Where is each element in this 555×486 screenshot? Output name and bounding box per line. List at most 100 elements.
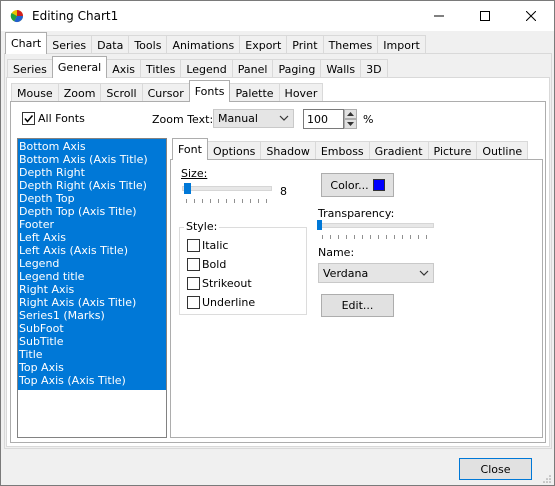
tab-series[interactable]: Series [46, 35, 93, 54]
list-item[interactable]: Depth Top [18, 192, 166, 205]
checkmark-icon [24, 115, 34, 123]
bold-checkbox[interactable] [187, 258, 200, 271]
tab-hover[interactable]: Hover [278, 83, 324, 102]
list-item[interactable]: Top Axis (Axis Title) [18, 374, 166, 387]
tab-legend[interactable]: Legend [180, 59, 233, 78]
close-window-button[interactable] [508, 1, 554, 31]
title-bar: Editing Chart1 [1, 1, 554, 31]
maximize-button[interactable] [462, 1, 508, 31]
tab-panel[interactable]: Panel [231, 59, 274, 78]
size-slider-thumb[interactable] [184, 183, 191, 194]
size-slider-track[interactable] [182, 186, 272, 191]
list-item[interactable]: SubFoot [18, 322, 166, 335]
zoom-mode-value: Manual [218, 112, 258, 125]
font-name-select[interactable]: Verdana [318, 263, 434, 283]
zoom-spin-up[interactable] [344, 109, 357, 119]
color-button-label: Color... [330, 178, 369, 192]
tab-import[interactable]: Import [377, 35, 426, 54]
tab-data[interactable]: Data [91, 35, 130, 54]
tab-export[interactable]: Export [239, 35, 288, 54]
all-fonts-option[interactable]: All Fonts [22, 112, 85, 125]
minimize-button[interactable] [416, 1, 462, 31]
color-button[interactable]: Color... [321, 173, 394, 197]
bold-label: Bold [202, 258, 227, 271]
resize-grip-icon[interactable] [542, 474, 552, 484]
chart-subtabs: Series General Axis Titles Legend Panel … [7, 56, 388, 78]
list-item[interactable]: Legend title [18, 270, 166, 283]
italic-option[interactable]: Italic [187, 239, 228, 252]
tab-mouse[interactable]: Mouse [11, 83, 59, 102]
tab-zoom[interactable]: Zoom [57, 83, 102, 102]
transparency-slider-track[interactable] [318, 223, 434, 228]
zoom-mode-select[interactable]: Manual [213, 109, 294, 128]
size-slider-ticks [186, 199, 272, 203]
tab-options[interactable]: Options [206, 141, 262, 160]
tab-picture[interactable]: Picture [427, 141, 478, 160]
list-item[interactable]: Right Axis (Axis Title) [18, 296, 166, 309]
tab-fonts[interactable]: Fonts [188, 80, 231, 102]
tab-print[interactable]: Print [286, 35, 324, 54]
list-item[interactable]: Legend [18, 257, 166, 270]
list-item[interactable]: SubTitle [18, 335, 166, 348]
tab-tools[interactable]: Tools [128, 35, 168, 54]
tab-shadow[interactable]: Shadow [260, 141, 316, 160]
list-item[interactable]: Bottom Axis (Axis Title) [18, 153, 166, 166]
underline-option[interactable]: Underline [187, 296, 255, 309]
transparency-label: Transparency: [318, 207, 395, 220]
name-label: Name: [318, 246, 355, 259]
strikeout-option[interactable]: Strikeout [187, 277, 252, 290]
edit-button[interactable]: Edit... [321, 294, 394, 317]
list-item[interactable]: Top Axis [18, 361, 166, 374]
tab-chart[interactable]: Chart [5, 32, 48, 54]
tab-font[interactable]: Font [172, 138, 208, 160]
tab-axis[interactable]: Axis [106, 59, 142, 78]
font-subtabs: Font Options Shadow Emboss Gradient Pict… [172, 138, 529, 160]
tab-cursor[interactable]: Cursor [141, 83, 190, 102]
chevron-down-icon [419, 270, 429, 276]
zoom-value-input[interactable]: 100 [303, 109, 344, 129]
tab-themes[interactable]: Themes [322, 35, 379, 54]
tab-walls[interactable]: Walls [320, 59, 362, 78]
close-icon [526, 11, 536, 21]
list-item[interactable]: Left Axis [18, 231, 166, 244]
tab-palette[interactable]: Palette [229, 83, 280, 102]
transparency-slider-thumb[interactable] [317, 220, 322, 230]
tab-animations[interactable]: Animations [166, 35, 241, 54]
chevron-down-icon [279, 115, 289, 121]
list-item[interactable]: Right Axis [18, 283, 166, 296]
strikeout-checkbox[interactable] [187, 277, 200, 290]
size-value: 8 [280, 185, 287, 198]
italic-checkbox[interactable] [187, 239, 200, 252]
zoom-unit-label: % [363, 113, 374, 126]
list-item[interactable]: Series1 (Marks) [18, 309, 166, 322]
minimize-icon [434, 15, 444, 17]
list-item[interactable]: Depth Top (Axis Title) [18, 205, 166, 218]
list-item[interactable]: Left Axis (Axis Title) [18, 244, 166, 257]
tab-titles[interactable]: Titles [140, 59, 182, 78]
tab-chart-series[interactable]: Series [7, 59, 53, 78]
list-item[interactable]: Footer [18, 218, 166, 231]
tab-emboss[interactable]: Emboss [314, 141, 370, 160]
tab-general[interactable]: General [51, 56, 108, 78]
zoom-text-label: Zoom Text: [152, 113, 214, 126]
tab-gradient[interactable]: Gradient [368, 141, 429, 160]
tab-outline[interactable]: Outline [476, 141, 529, 160]
caret-up-icon [347, 112, 354, 116]
close-button[interactable]: Close [459, 458, 532, 480]
tab-scroll[interactable]: Scroll [100, 83, 143, 102]
list-item[interactable]: Depth Right (Axis Title) [18, 179, 166, 192]
editor-window: Editing Chart1 Chart Series Data Tools A… [0, 0, 555, 486]
all-fonts-checkbox[interactable] [22, 112, 35, 125]
tab-3d[interactable]: 3D [360, 59, 388, 78]
list-item[interactable]: Bottom Axis [18, 140, 166, 153]
zoom-spin-down[interactable] [344, 119, 357, 129]
bold-option[interactable]: Bold [187, 258, 226, 271]
underline-checkbox[interactable] [187, 296, 200, 309]
tab-paging[interactable]: Paging [272, 59, 322, 78]
main-tabs: Chart Series Data Tools Animations Expor… [5, 32, 426, 54]
font-element-list[interactable]: Bottom Axis Bottom Axis (Axis Title) Dep… [17, 138, 167, 438]
all-fonts-label: All Fonts [38, 112, 85, 125]
list-item[interactable]: Title [18, 348, 166, 361]
list-item[interactable]: Depth Right [18, 166, 166, 179]
underline-label: Underline [202, 296, 256, 309]
